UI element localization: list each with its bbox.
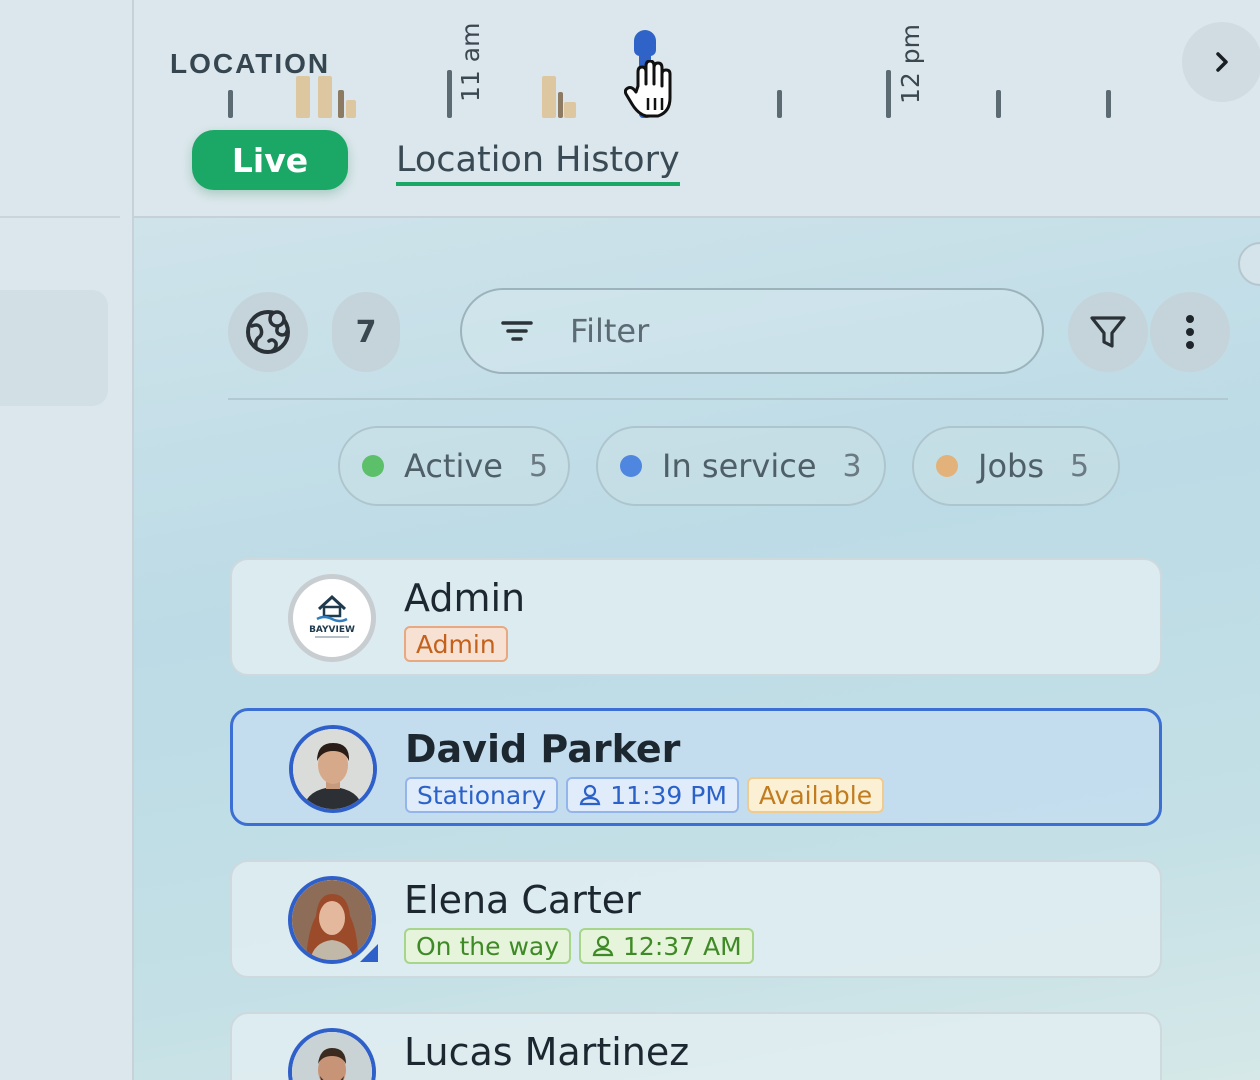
user-tags: On the way 12:37 AM [404, 928, 754, 964]
user-name: Elena Carter [404, 878, 641, 922]
filter-lines-icon [501, 321, 533, 341]
toolbar-divider [228, 398, 1228, 400]
activity-bar [346, 100, 356, 118]
filter-input[interactable]: Filter [460, 288, 1044, 374]
logo-text: BAYVIEW [309, 625, 355, 635]
activity-bar [296, 76, 310, 118]
timeline-tick [1106, 90, 1111, 118]
user-card-david-parker[interactable]: David Parker Stationary 11:39 PM Availab… [230, 708, 1162, 826]
chip-jobs[interactable]: Jobs 5 [912, 426, 1120, 506]
sidebar-selected-item[interactable] [0, 290, 108, 406]
person-photo-icon [292, 1032, 372, 1080]
tab-location-history[interactable]: Location History [396, 140, 680, 186]
chip-label: Jobs [978, 447, 1044, 485]
activity-bar [558, 92, 563, 118]
user-tags: Admin [404, 626, 508, 662]
globe-button[interactable] [228, 292, 308, 372]
timeline-tick [228, 90, 233, 118]
bayview-logo-icon: BAYVIEW [294, 580, 370, 656]
user-avatar [289, 725, 377, 813]
timeline-tick [996, 90, 1001, 118]
chip-in-service[interactable]: In service 3 [596, 426, 886, 506]
role-tag: Admin [404, 626, 508, 662]
sidebar-divider [0, 216, 120, 218]
last-seen-tag: 11:39 PM [566, 777, 739, 813]
last-seen-tag: 12:37 AM [579, 928, 754, 964]
user-card-elena-carter[interactable]: Elena Carter On the way 12:37 AM [230, 860, 1162, 978]
user-card-lucas-martinez[interactable]: Lucas Martinez [230, 1012, 1162, 1080]
more-vertical-icon [1186, 315, 1194, 349]
movement-status-tag: On the way [404, 928, 572, 964]
user-tags: Stationary 11:39 PM Available [405, 777, 885, 813]
funnel-filter-button[interactable] [1068, 292, 1148, 372]
chip-count: 5 [528, 448, 549, 484]
timeline-next-button[interactable] [1182, 22, 1260, 102]
more-options-button[interactable] [1150, 292, 1230, 372]
chip-active[interactable]: Active 5 [338, 426, 570, 506]
user-avatar [288, 1028, 376, 1080]
person-photo-icon [293, 729, 373, 809]
user-name: Lucas Martinez [404, 1030, 690, 1074]
chip-label: Active [404, 447, 503, 485]
status-dot [936, 455, 958, 477]
last-seen-time: 11:39 PM [610, 780, 727, 810]
chevron-right-icon [1216, 52, 1228, 72]
activity-bar [338, 90, 344, 118]
user-list-panel: 7 Filter Active 5 In service 3 Jobs 5 BA… [134, 218, 1260, 1080]
left-sidebar [0, 0, 134, 1080]
chip-count: 3 [842, 448, 862, 484]
activity-bar [318, 76, 332, 118]
timeline-tick [886, 70, 891, 118]
hour-label-12pm: 12 pm [896, 24, 925, 104]
user-card-admin[interactable]: BAYVIEW Admin Admin [230, 558, 1162, 676]
timeline[interactable]: 11 am 12 pm [134, 0, 1260, 130]
globe-icon [246, 310, 290, 354]
last-seen-time: 12:37 AM [623, 931, 742, 961]
activity-bar [564, 102, 576, 118]
company-logo-avatar: BAYVIEW [288, 574, 376, 662]
hand-cursor-icon [624, 60, 672, 118]
user-name: Admin [404, 576, 526, 620]
user-name: David Parker [405, 727, 681, 771]
user-count-badge[interactable]: 7 [332, 292, 400, 372]
chip-label: In service [662, 447, 817, 485]
availability-tag: Available [746, 777, 885, 813]
hour-label-11am: 11 am [456, 22, 485, 102]
direction-pointer-icon [360, 944, 378, 962]
status-dot [362, 455, 384, 477]
person-pin-icon [579, 784, 601, 806]
filter-placeholder: Filter [570, 312, 650, 350]
timeline-tick [777, 90, 782, 118]
tab-live[interactable]: Live [192, 130, 348, 190]
timeline-tick [447, 70, 452, 118]
funnel-icon [1090, 316, 1126, 348]
chip-count: 5 [1070, 448, 1090, 484]
movement-status-tag: Stationary [405, 777, 559, 813]
activity-bar [542, 76, 556, 118]
location-header: LOCATION 11 am 12 pm Live Location Histo… [134, 0, 1260, 218]
close-panel-button[interactable] [1238, 242, 1260, 286]
status-dot [620, 455, 642, 477]
person-pin-icon [592, 935, 614, 957]
